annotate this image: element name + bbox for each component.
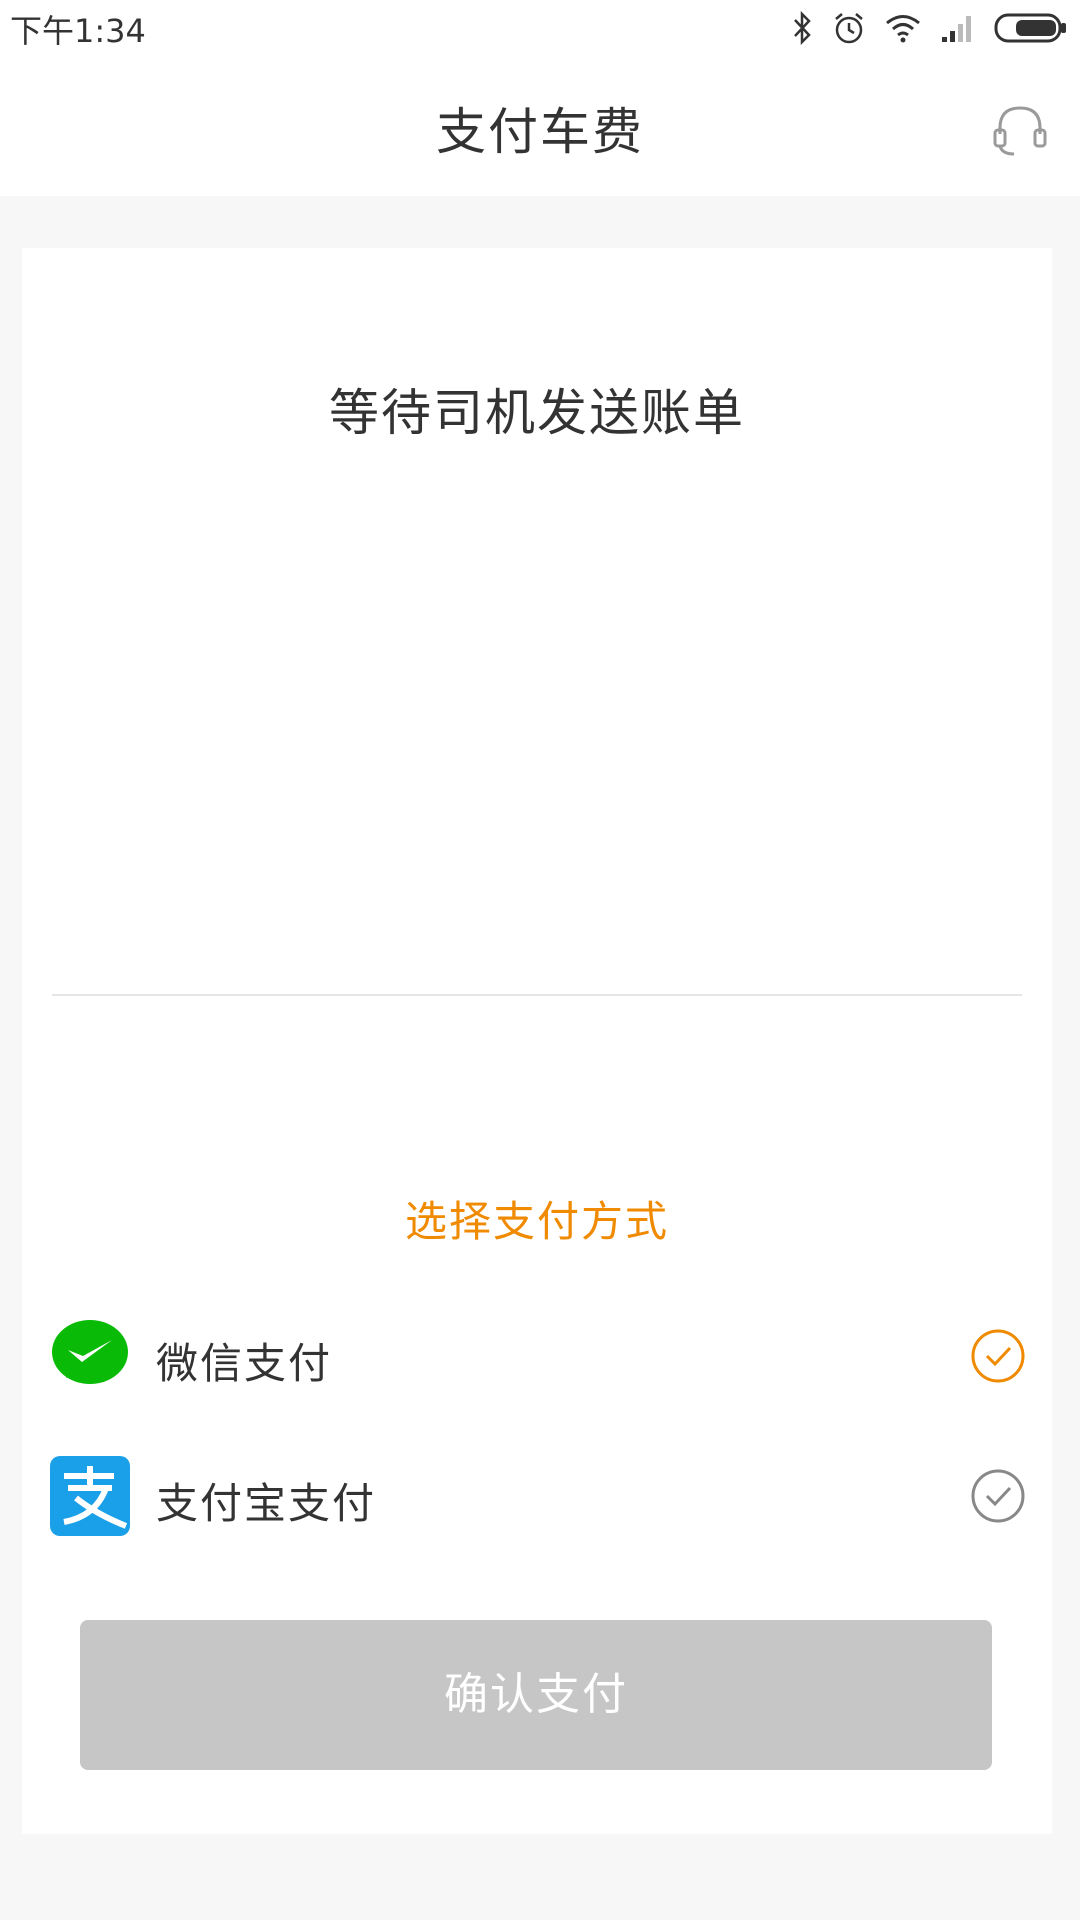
status-time: 下午1:34 [10,12,146,50]
status-bar: 下午1:34 [0,0,1080,56]
wechat-pay-icon [52,1320,128,1384]
selected-check-icon[interactable] [970,1328,1026,1384]
status-icons [792,8,1068,48]
payment-option-wechat[interactable]: 微信支付 [22,1306,1052,1406]
signal-icon [942,16,971,42]
alipay-label: 支付宝支付 [156,1479,377,1528]
confirm-payment-button[interactable]: 确认支付 [80,1620,992,1770]
payment-card: 等待司机发送账单 选择支付方式 微信支付 支付宝支付 确认支付 [22,248,1052,1834]
payment-method-heading: 选择支付方式 [404,1197,669,1246]
bluetooth-icon [794,11,811,45]
wechat-pay-label: 微信支付 [156,1339,333,1388]
divider [52,994,1022,996]
payment-option-alipay[interactable]: 支付宝支付 [22,1446,1052,1546]
headset-icon [993,106,1047,156]
bill-status-text: 等待司机发送账单 [329,384,745,442]
unselected-check-icon[interactable] [970,1468,1026,1524]
alarm-icon [835,13,863,44]
customer-service-button[interactable] [990,100,1050,160]
page-title: 支付车费 [436,103,644,161]
header-bar: 支付车费 [0,56,1080,196]
battery-icon [994,13,1066,43]
alipay-icon [50,1456,130,1536]
wifi-icon [886,15,920,43]
